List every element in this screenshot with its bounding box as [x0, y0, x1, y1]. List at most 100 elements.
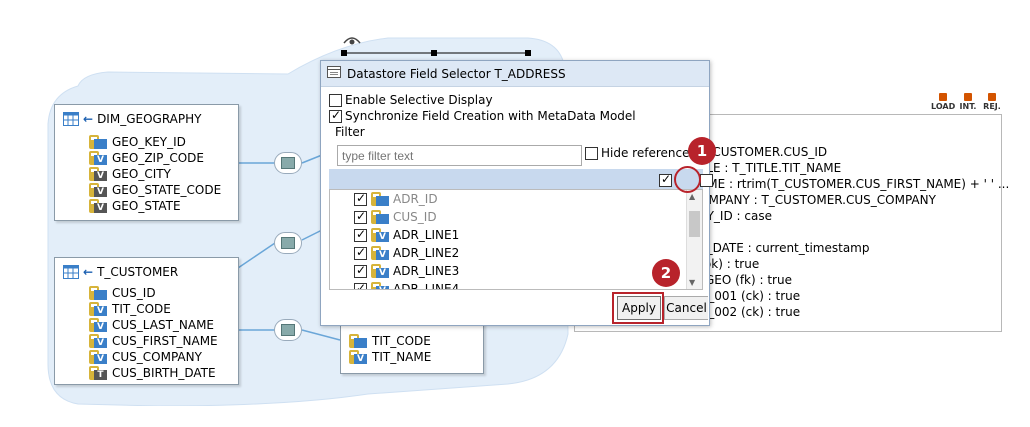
- field-row[interactable]: V GEO_CITY: [89, 166, 171, 182]
- field-list-item[interactable]: V ADR_LINE4: [354, 280, 459, 289]
- mapping-line[interactable]: D_002 (ck) : true: [699, 305, 800, 319]
- dim-geography-header: ← DIM_GEOGRAPHY: [63, 111, 201, 127]
- varchar-icon: V: [89, 199, 107, 213]
- field-selector-dialog[interactable]: Datastore Field Selector T_ADDRESS Enabl…: [320, 60, 713, 326]
- t-customer-datastore[interactable]: ← T_CUSTOMER CUS_ID V TIT_CODE V CUS_LAST_NA…: [54, 257, 239, 385]
- field-list-name: ADR_LINE3: [393, 264, 460, 278]
- field-row[interactable]: V TIT_CODE: [89, 301, 171, 317]
- select-all-checkbox[interactable]: [659, 172, 672, 187]
- step-badge-1: 1: [688, 137, 716, 165]
- field-name: CUS_LAST_NAME: [112, 318, 215, 332]
- sync-fields-option[interactable]: Synchronize Field Creation with MetaData…: [329, 108, 636, 123]
- varchar-icon: V: [89, 334, 107, 348]
- mapping-line[interactable]: AME : rtrim(T_CUSTOMER.CUS_FIRST_NAME) +…: [699, 177, 1009, 191]
- field-row[interactable]: TIT_CODE: [349, 333, 431, 349]
- deselect-all-checkbox[interactable]: [699, 174, 713, 187]
- filter-label: Filter: [335, 125, 365, 139]
- field-row[interactable]: T CUS_BIRTH_DATE: [89, 365, 216, 381]
- varchar-icon: V: [89, 350, 107, 364]
- field-row[interactable]: V CUS_FIRST_NAME: [89, 333, 218, 349]
- field-list-item[interactable]: CUS_ID: [354, 208, 437, 226]
- field-checkbox[interactable]: [354, 191, 367, 206]
- field-name: GEO_KEY_ID: [112, 135, 186, 149]
- field-list-item[interactable]: V ADR_LINE1: [354, 226, 459, 244]
- rej-tag-icon[interactable]: REJ.: [980, 93, 1004, 113]
- field-name: CUS_BIRTH_DATE: [112, 366, 216, 380]
- field-name: CUS_COMPANY: [112, 350, 202, 364]
- field-row[interactable]: V GEO_ZIP_CODE: [89, 150, 204, 166]
- dim-geography-datastore[interactable]: ← DIM_GEOGRAPHY GEO_KEY_ID V GEO_ZIP_CODE V…: [54, 104, 239, 221]
- t-title-datastore[interactable]: TIT_CODE V TIT_NAME: [340, 320, 484, 374]
- dialog-titlebar[interactable]: Datastore Field Selector T_ADDRESS: [321, 61, 709, 87]
- mapping-line[interactable]: D_001 (ck) : true: [699, 289, 800, 303]
- field-row[interactable]: V TIT_NAME: [349, 349, 431, 365]
- field-list-name: ADR_LINE1: [393, 228, 460, 242]
- scrollbar-thumb[interactable]: [689, 211, 700, 237]
- t-customer-title: T_CUSTOMER: [97, 265, 179, 279]
- field-row[interactable]: V GEO_STATE_CODE: [89, 182, 221, 198]
- table-icon: [63, 265, 79, 279]
- field-name: TIT_NAME: [372, 350, 432, 364]
- column-icon: V: [371, 228, 389, 242]
- field-row[interactable]: GEO_KEY_ID: [89, 134, 186, 150]
- load-tag-icon[interactable]: LOAD: [931, 93, 955, 113]
- date-type-icon: T: [89, 366, 107, 380]
- selection-handles: [341, 50, 531, 56]
- hide-referenced-option[interactable]: Hide referenced: [585, 146, 697, 160]
- varchar-icon: V: [89, 302, 107, 316]
- field-checkbox[interactable]: [354, 209, 367, 224]
- sync-fields-label: Synchronize Field Creation with MetaData…: [345, 109, 636, 123]
- join-icon[interactable]: [274, 319, 302, 341]
- hide-referenced-checkbox[interactable]: [585, 146, 598, 160]
- varchar-icon: V: [89, 151, 107, 165]
- field-checkbox[interactable]: [354, 227, 367, 242]
- field-name: GEO_STATE: [112, 199, 181, 213]
- int-tag-icon[interactable]: INT.: [956, 93, 980, 113]
- field-row[interactable]: CUS_ID: [89, 285, 156, 301]
- field-name: GEO_STATE_CODE: [112, 183, 222, 197]
- enable-selective-label: Enable Selective Display: [345, 93, 493, 107]
- field-checkbox[interactable]: [354, 281, 367, 289]
- filter-input[interactable]: [337, 145, 582, 166]
- enable-selective-option[interactable]: Enable Selective Display: [329, 93, 493, 107]
- field-name: GEO_CITY: [112, 167, 171, 181]
- join-icon[interactable]: [274, 152, 302, 174]
- field-checkbox[interactable]: [354, 245, 367, 260]
- field-row[interactable]: V CUS_LAST_NAME: [89, 317, 214, 333]
- field-row[interactable]: V GEO_STATE: [89, 198, 181, 214]
- varchar-icon: V: [89, 318, 107, 332]
- cancel-button[interactable]: Cancel: [664, 296, 708, 320]
- field-list-item[interactable]: V ADR_LINE2: [354, 244, 459, 262]
- sync-fields-checkbox[interactable]: [329, 108, 342, 123]
- enable-selective-checkbox[interactable]: [329, 93, 342, 107]
- scroll-down-icon[interactable]: ▼: [689, 278, 695, 287]
- table-icon: [63, 112, 79, 126]
- mapping-line[interactable]: E_DATE : current_timestamp: [699, 241, 870, 255]
- mapping-line[interactable]: OMPANY : T_CUSTOMER.CUS_COMPANY: [699, 193, 936, 207]
- field-checkbox[interactable]: [354, 263, 367, 278]
- varchar-icon: V: [349, 350, 367, 364]
- scroll-up-icon[interactable]: ▲: [689, 192, 695, 201]
- varchar-icon: V: [89, 183, 107, 197]
- column-icon: [371, 192, 389, 206]
- t-customer-header: ← T_CUSTOMER: [63, 264, 178, 280]
- mapping-line[interactable]: TLE : T_TITLE.TIT_NAME: [699, 161, 841, 175]
- mapping-line[interactable]: T_CUSTOMER.CUS_ID: [699, 145, 827, 159]
- field-list-header: [329, 169, 713, 189]
- arrow-left-icon: ←: [83, 265, 94, 279]
- column-icon: [371, 210, 389, 224]
- field-list-item[interactable]: V ADR_LINE3: [354, 262, 459, 280]
- column-icon: V: [371, 282, 389, 289]
- field-name: TIT_CODE: [112, 302, 171, 316]
- field-row[interactable]: V CUS_COMPANY: [89, 349, 202, 365]
- field-name: GEO_ZIP_CODE: [112, 151, 204, 165]
- field-name: TIT_CODE: [372, 334, 431, 348]
- join-icon[interactable]: [274, 232, 302, 254]
- primary-key-icon: [89, 135, 107, 149]
- field-list[interactable]: ADR_ID CUS_ID V ADR_LINE1 V ADR_LINE2 V ADR_LIN…: [329, 189, 703, 290]
- mapping-line[interactable]: _GEO (fk) : true: [699, 273, 792, 287]
- window-icon: [327, 66, 341, 81]
- field-list-item[interactable]: ADR_ID: [354, 190, 438, 208]
- field-list-name: ADR_ID: [393, 192, 438, 206]
- scrollbar[interactable]: ▲ ▼: [686, 190, 702, 289]
